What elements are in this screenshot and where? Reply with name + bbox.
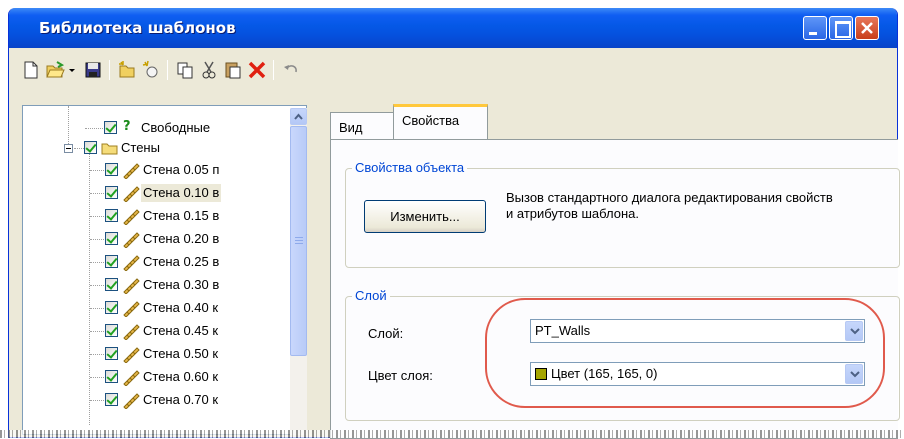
checkbox[interactable]: [105, 347, 118, 360]
change-description: Вызов стандартного диалога редактировани…: [506, 190, 833, 221]
toolbar: [9, 48, 897, 88]
title-bar[interactable]: Библиотека шаблонов: [9, 8, 897, 48]
checkbox[interactable]: [105, 278, 118, 291]
tree-node-free[interactable]: ? Свободные: [23, 119, 303, 138]
wall-icon: [122, 345, 140, 366]
wall-icon: [122, 322, 140, 343]
checkbox[interactable]: [105, 370, 118, 383]
scroll-up-button[interactable]: [290, 108, 307, 125]
tree-node-wall[interactable]: Стена 0.60 к: [23, 368, 283, 387]
layer-color-label: Цвет слоя:: [368, 368, 433, 383]
copy-icon[interactable]: [175, 60, 195, 80]
group-title: Свойства объекта: [352, 160, 468, 175]
wall-icon: [122, 184, 140, 205]
tree-node-walls[interactable]: Стены: [23, 139, 303, 158]
group-title: Слой: [352, 288, 390, 303]
wall-icon: [122, 161, 140, 182]
tree-node-wall[interactable]: Стена 0.70 к: [23, 391, 283, 410]
maximize-button[interactable]: [829, 16, 853, 40]
cut-icon[interactable]: [199, 60, 219, 80]
wall-icon: [122, 276, 140, 297]
collapse-icon[interactable]: [64, 144, 73, 153]
wall-icon: [122, 299, 140, 320]
undo-icon[interactable]: [281, 60, 301, 80]
tree-node-wall[interactable]: Стена 0.45 к: [23, 322, 283, 341]
tree-node-wall[interactable]: Стена 0.30 в: [23, 276, 283, 295]
tree-node-wall[interactable]: Стена 0.25 в: [23, 253, 283, 272]
toolbar-separator: [167, 60, 168, 80]
tree-node-wall[interactable]: Стена 0.50 к: [23, 345, 283, 364]
tree-node-label: Стена 0.50 к: [143, 346, 219, 361]
checkbox[interactable]: [105, 232, 118, 245]
torn-edge: [0, 430, 904, 438]
close-button[interactable]: [855, 16, 879, 40]
tree-node-wall[interactable]: Стена 0.10 в: [23, 184, 283, 203]
new-icon[interactable]: [21, 60, 41, 80]
save-icon[interactable]: [83, 60, 103, 80]
layer-label: Слой:: [368, 326, 404, 341]
checkbox[interactable]: [105, 255, 118, 268]
wall-icon: [122, 391, 140, 412]
checkbox[interactable]: [105, 301, 118, 314]
tree-node-label: Стена 0.70 к: [143, 392, 219, 407]
wall-icon: [122, 368, 140, 389]
tree-node-label: Стена 0.25 в: [143, 254, 220, 269]
tree-scrollbar[interactable]: [290, 108, 307, 435]
new-template-icon[interactable]: [141, 60, 161, 80]
tab-view[interactable]: Вид: [330, 112, 395, 140]
tree-node-label: Стена 0.10 в: [141, 184, 222, 202]
paste-icon[interactable]: [223, 60, 243, 80]
tree-node-label: Стена 0.15 в: [143, 208, 220, 223]
tab-properties[interactable]: Свойства: [393, 104, 488, 140]
tree-node-label: Стена 0.40 к: [143, 300, 219, 315]
checkbox[interactable]: [84, 141, 97, 154]
delete-icon[interactable]: [247, 60, 267, 80]
tree-node-label: Стена 0.20 в: [143, 231, 220, 246]
minimize-button[interactable]: [803, 16, 827, 40]
toolbar-separator: [109, 60, 110, 80]
wall-icon: [122, 207, 140, 228]
tree-node-label: Стена 0.45 к: [143, 323, 219, 338]
tree-node-wall[interactable]: Стена 0.05 п: [23, 161, 283, 180]
open-icon[interactable]: [45, 60, 65, 80]
new-folder-icon[interactable]: [117, 60, 137, 80]
tree-node-label: Стены: [121, 140, 160, 155]
tree-node-label: Стена 0.05 п: [143, 162, 220, 177]
checkbox[interactable]: [105, 393, 118, 406]
change-button[interactable]: Изменить...: [364, 200, 486, 233]
tree-node-wall[interactable]: Стена 0.40 к: [23, 299, 283, 318]
window-title: Библиотека шаблонов: [39, 19, 236, 37]
checkbox[interactable]: [105, 209, 118, 222]
checkbox[interactable]: [105, 186, 118, 199]
wall-icon: [122, 230, 140, 251]
checkbox[interactable]: [105, 163, 118, 176]
wall-icon: [122, 253, 140, 274]
highlight-annotation: [485, 298, 885, 408]
template-tree[interactable]: ? Свободные Стены Стена 0.05 п Стена 0.10…: [22, 105, 307, 435]
tree-node-label: Стена 0.60 к: [143, 369, 219, 384]
tree-node-label: Свободные: [141, 120, 211, 135]
dropdown-arrow-icon[interactable]: [67, 60, 77, 80]
checkbox[interactable]: [104, 121, 117, 134]
scroll-thumb[interactable]: [290, 126, 307, 356]
question-icon: ?: [123, 119, 131, 134]
folder-icon: [101, 141, 118, 158]
checkbox[interactable]: [105, 324, 118, 337]
tree-node-wall[interactable]: Стена 0.20 в: [23, 230, 283, 249]
toolbar-separator: [273, 60, 274, 80]
tree-node-wall[interactable]: Стена 0.15 в: [23, 207, 283, 226]
tree-node-label: Стена 0.30 в: [143, 277, 220, 292]
